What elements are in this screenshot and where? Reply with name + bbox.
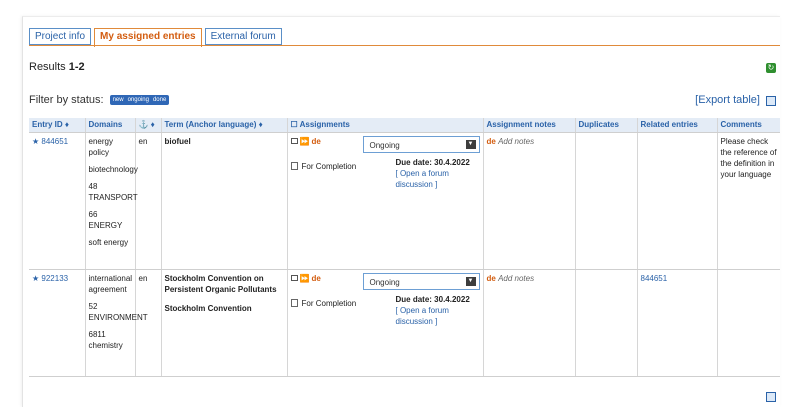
- domain-item: international agreement: [88, 273, 133, 294]
- domain-item: 6811 chemistry: [88, 329, 123, 350]
- checkbox-icon[interactable]: [290, 138, 298, 144]
- comments-cell: Please check the reference of the defini…: [717, 132, 780, 270]
- domain-item: 66 ENERGY: [88, 209, 123, 230]
- entry-id-cell[interactable]: ★ 844651: [29, 132, 86, 270]
- domain-item: 48 TRANSPORT: [88, 181, 138, 202]
- forum-link[interactable]: [ Open a forum discussion ]: [396, 305, 486, 327]
- language-cell: en: [135, 132, 162, 270]
- domain-item: energy policy: [88, 136, 113, 157]
- assignment-cell: ⏩ de Ongoing ▼ For Completion Due date: 30…: [287, 269, 486, 377]
- due-info: Due date: 30.4.2022[ Open a forum discus…: [396, 157, 486, 190]
- term-sub-label: Stockholm Convention: [164, 303, 252, 313]
- export-icon[interactable]: [766, 96, 776, 106]
- tab-divider: [29, 45, 780, 46]
- results-range: 1-2: [68, 61, 85, 73]
- star-icon[interactable]: ★: [32, 137, 39, 146]
- table-row: ★ 922133 international agreement 52 ENVI…: [29, 269, 780, 377]
- notes-cell: de Add notes: [483, 132, 576, 270]
- results-prefix: Results: [29, 61, 69, 73]
- status-value: Ongoing: [369, 277, 400, 287]
- tab-bar: Project info My assigned entries Externa…: [29, 28, 282, 47]
- due-info: Due date: 30.4.2022[ Open a forum discus…: [396, 294, 486, 327]
- related-cell[interactable]: [637, 132, 718, 270]
- document-icon: [290, 299, 298, 307]
- status-filter: Filter by status: new ongoing done: [29, 94, 170, 106]
- comments-cell: [717, 269, 780, 377]
- assignment-cell: ⏩ de Ongoing ▼ For Completion Due date: 30…: [287, 132, 486, 270]
- status-value: Ongoing: [369, 140, 400, 150]
- domain-item: soft energy: [88, 237, 129, 247]
- export-icon[interactable]: [766, 392, 776, 402]
- duplicates-cell: [575, 132, 638, 270]
- export-table-link[interactable]: [Export table]: [695, 94, 760, 106]
- header-assignment-notes: Assignment notes: [483, 118, 576, 133]
- term-cell: Stockholm Convention on Persistent Organ…: [161, 269, 288, 377]
- refresh-icon[interactable]: ↻: [766, 63, 776, 73]
- header-duplicates: Duplicates: [575, 118, 638, 133]
- related-cell[interactable]: 844651: [637, 269, 718, 377]
- results-count: Results 1-2: [29, 61, 85, 73]
- assignment-lang-code: de: [311, 136, 321, 146]
- domains-cell: international agreement 52 ENVIRONMENT 6…: [85, 269, 148, 377]
- term-label: biofuel: [164, 136, 191, 146]
- domain-item: 52 ENVIRONMENT: [88, 301, 148, 322]
- forward-icon: ⏩: [299, 136, 310, 146]
- term-label: Stockholm Convention on Persistent Organ…: [164, 273, 277, 294]
- domains-cell: energy policy biotechnology 48 TRANSPORT…: [85, 132, 138, 270]
- add-notes-link[interactable]: Add notes: [498, 274, 534, 283]
- table-header-row: Entry ID ♦ Domains ⚓ ♦ Term (Anchor lang…: [29, 118, 780, 133]
- status-ongoing-button[interactable]: ongoing: [128, 96, 149, 104]
- star-icon[interactable]: ★: [32, 274, 39, 283]
- status-done-button[interactable]: done: [153, 96, 166, 104]
- filter-label: Filter by status:: [29, 94, 104, 106]
- notes-lang: de: [486, 273, 496, 283]
- header-entry-id[interactable]: Entry ID ♦: [29, 118, 86, 133]
- status-new-button[interactable]: new: [113, 96, 124, 104]
- document-icon: [290, 162, 298, 170]
- completion-info: For Completion: [290, 161, 357, 172]
- header-assignments[interactable]: ☐ Assignments: [287, 118, 484, 133]
- assignment-lang-code: de: [311, 273, 321, 283]
- notes-cell: de Add notes: [483, 269, 576, 377]
- forum-link[interactable]: [ Open a forum discussion ]: [396, 168, 486, 190]
- term-cell: biofuel: [161, 132, 288, 270]
- tab-project-info[interactable]: Project info: [29, 28, 92, 45]
- due-date: Due date: 30.4.2022: [395, 157, 470, 167]
- language-cell: en: [135, 269, 162, 377]
- header-related-entries: Related entries: [637, 118, 718, 133]
- forward-icon: ⏩: [299, 273, 310, 283]
- notes-lang: de: [486, 136, 496, 146]
- add-notes-link[interactable]: Add notes: [498, 137, 534, 146]
- tab-external-forum[interactable]: External forum: [204, 28, 282, 45]
- chevron-down-icon[interactable]: ▼: [465, 139, 476, 149]
- chevron-down-icon[interactable]: ▼: [465, 276, 476, 286]
- entry-id-cell[interactable]: ★ 922133: [29, 269, 86, 377]
- table-row: ★ 844651 energy policy biotechnology 48 …: [29, 132, 780, 270]
- header-term[interactable]: Term (Anchor language) ♦: [161, 118, 288, 133]
- duplicates-cell: [575, 269, 638, 377]
- status-select[interactable]: Ongoing ▼: [362, 135, 480, 153]
- completion-label: For Completion: [301, 298, 357, 308]
- entry-id-link[interactable]: 844651: [41, 137, 68, 146]
- completion-label: For Completion: [301, 161, 357, 171]
- completion-info: For Completion: [290, 298, 357, 309]
- entry-id-link[interactable]: 922133: [41, 274, 68, 283]
- domain-item: biotechnology: [88, 164, 138, 174]
- due-date: Due date: 30.4.2022: [395, 294, 470, 304]
- main-panel: Project info My assigned entries Externa…: [22, 16, 780, 407]
- entries-table: Entry ID ♦ Domains ⚓ ♦ Term (Anchor lang…: [29, 118, 780, 377]
- status-buttons: new ongoing done: [109, 95, 170, 105]
- status-select[interactable]: Ongoing ▼: [362, 272, 480, 290]
- checkbox-icon[interactable]: [290, 275, 298, 281]
- header-language[interactable]: ⚓ ♦: [135, 118, 162, 133]
- header-domains: Domains: [85, 118, 136, 133]
- header-comments: Comments: [717, 118, 780, 133]
